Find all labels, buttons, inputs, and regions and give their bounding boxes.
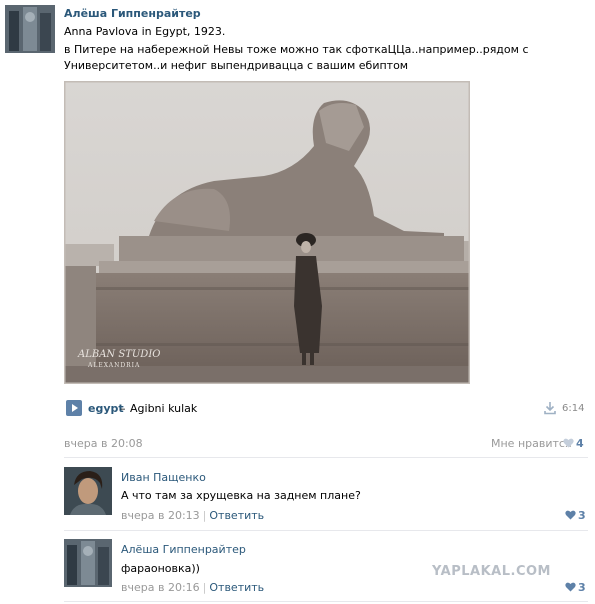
comment-author[interactable]: Иван Пащенко xyxy=(121,471,206,484)
audio-duration: 6:14 xyxy=(562,403,585,414)
comment-like-count: 3 xyxy=(578,509,586,522)
divider xyxy=(64,457,588,458)
comment-avatar[interactable] xyxy=(64,467,112,515)
heart-icon[interactable] xyxy=(565,510,576,520)
photo-studio-caption: ALBAN STUDIO xyxy=(77,349,160,360)
like-button-label[interactable]: Мне нравится xyxy=(491,437,572,450)
post-author-avatar[interactable] xyxy=(5,5,55,53)
audio-separator: – xyxy=(120,402,126,415)
comment-text: А что там за хрущевка на заднем плане? xyxy=(121,489,361,502)
play-icon[interactable] xyxy=(66,400,82,416)
site-watermark: YAPLAKAL.COM xyxy=(432,564,551,579)
audio-title: Agibni kulak xyxy=(130,402,198,415)
post-date[interactable]: вчера в 20:08 xyxy=(64,437,143,450)
heart-icon[interactable] xyxy=(563,438,574,448)
comment-author[interactable]: Алёша Гиппенрайтер xyxy=(121,543,246,556)
divider xyxy=(64,530,588,531)
comment-meta-separator: | xyxy=(202,581,207,594)
reply-button[interactable]: Ответить xyxy=(209,509,264,522)
post-title-line: Anna Pavlova in Egypt, 1923. xyxy=(64,25,226,38)
download-icon[interactable] xyxy=(543,401,557,415)
divider xyxy=(64,601,588,602)
comment-meta-separator: | xyxy=(202,509,207,522)
comment-time[interactable]: вчера в 20:13 xyxy=(121,509,200,522)
audio-attachment: egypt – Agibni kulak 6:14 xyxy=(64,400,586,418)
reply-button[interactable]: Ответить xyxy=(209,581,264,594)
comment-meta: вчера в 20:13 | Ответить xyxy=(121,509,264,522)
comment-time[interactable]: вчера в 20:16 xyxy=(121,581,200,594)
comment-avatar[interactable] xyxy=(64,539,112,587)
heart-icon[interactable] xyxy=(565,582,576,592)
post-author-name[interactable]: Алёша Гиппенрайтер xyxy=(64,7,201,20)
comment-text: фараоновка)) xyxy=(121,562,200,575)
photo-studio-city: ALEXANDRIA xyxy=(87,362,140,369)
audio-artist[interactable]: egypt xyxy=(88,402,124,415)
comment-meta: вчера в 20:16 | Ответить xyxy=(121,581,264,594)
post-text: в Питере на набережной Невы тоже можно т… xyxy=(64,43,529,72)
comment-like-count: 3 xyxy=(578,581,586,594)
post-like-count: 4 xyxy=(576,437,584,450)
post-photo[interactable]: ALBAN STUDIO ALEXANDRIA xyxy=(64,81,470,384)
